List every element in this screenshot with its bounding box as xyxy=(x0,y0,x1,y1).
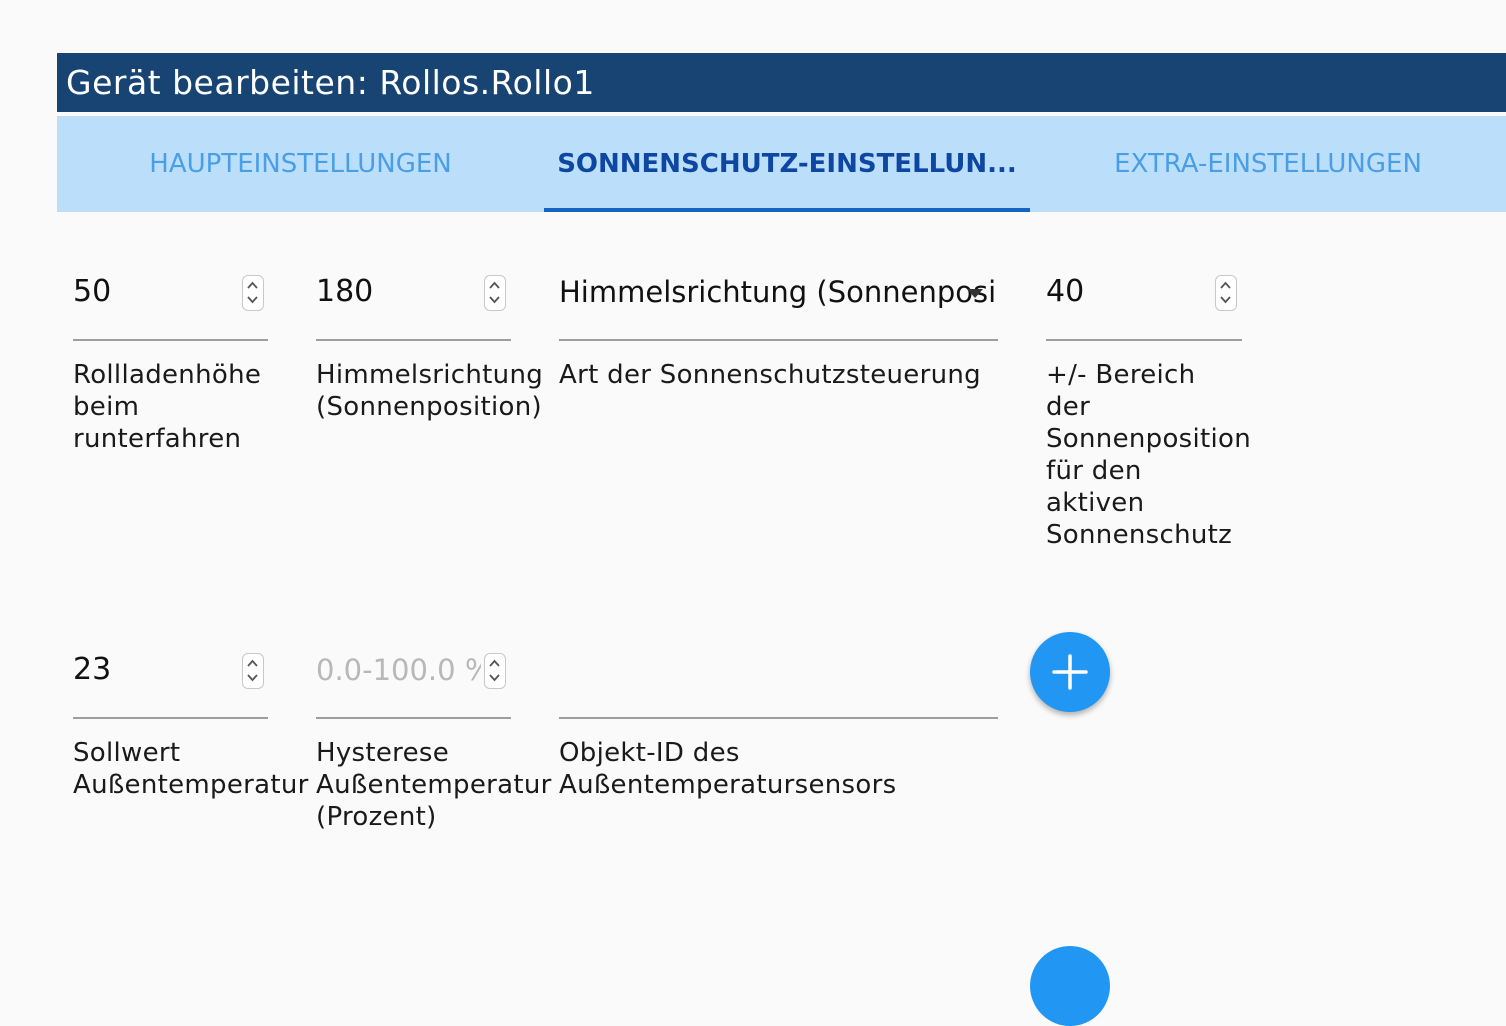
stepper-arrows-icon xyxy=(247,659,258,682)
tab-haupteinstellungen[interactable]: HAUPTEINSTELLUNGEN xyxy=(57,116,544,212)
add-object-id-button[interactable] xyxy=(1030,632,1110,712)
bereich-sonnenposition-label: +/- Bereich der Sonnenposition für den a… xyxy=(1046,360,1252,550)
sollwert-aussentemp-underline xyxy=(73,717,268,719)
hysterese-aussentemp-underline xyxy=(316,717,511,719)
bereich-sonnenposition-stepper[interactable] xyxy=(1215,275,1237,311)
art-sonnenschutz-select[interactable]: Himmelsrichtung (Sonnenposition) xyxy=(559,272,997,312)
art-sonnenschutz-underline xyxy=(559,339,998,341)
hysterese-aussentemp-label: Hysterese Außentemperatur (Prozent) xyxy=(316,738,552,832)
stepper-arrows-icon xyxy=(247,281,258,304)
stepper-arrows-icon xyxy=(489,659,500,682)
tab-sonnenschutz-einstellungen[interactable]: SONNENSCHUTZ-EINSTELLUN... xyxy=(544,116,1030,212)
himmelsrichtung-input[interactable]: 180 xyxy=(316,272,476,312)
hysterese-aussentemp-stepper[interactable] xyxy=(484,653,506,689)
objekt-id-sensor-underline xyxy=(559,717,998,719)
sollwert-aussentemp-stepper[interactable] xyxy=(242,653,264,689)
himmelsrichtung-stepper[interactable] xyxy=(484,275,506,311)
active-tab-indicator xyxy=(544,208,1030,212)
hysterese-aussentemp-input[interactable]: 0.0-100.0 % xyxy=(316,650,481,690)
bereich-sonnenposition-underline xyxy=(1046,339,1242,341)
tab-extra-einstellungen[interactable]: EXTRA-EINSTELLUNGEN xyxy=(1030,116,1506,212)
art-sonnenschutz-label: Art der Sonnenschutzsteuerung xyxy=(559,360,981,390)
sollwert-aussentemp-input[interactable]: 23 xyxy=(73,650,233,690)
plus-icon xyxy=(1052,654,1088,690)
dialog-title: Gerät bearbeiten: Rollos.Rollo1 xyxy=(57,53,1506,112)
rollladen-hoehe-input[interactable]: 50 xyxy=(73,272,233,312)
stepper-arrows-icon xyxy=(489,281,500,304)
tab-bar: HAUPTEINSTELLUNGEN SONNENSCHUTZ-EINSTELL… xyxy=(57,116,1506,212)
sollwert-aussentemp-label: Sollwert Außentemperatur xyxy=(73,738,309,800)
rollladen-hoehe-underline xyxy=(73,339,268,341)
rollladen-hoehe-label: Rollladenhöhe beim runterfahren xyxy=(73,360,262,454)
himmelsrichtung-label: Himmelsrichtung (Sonnenposition) xyxy=(316,360,544,422)
rollladen-hoehe-stepper[interactable] xyxy=(242,275,264,311)
bereich-sonnenposition-input[interactable]: 40 xyxy=(1046,272,1206,312)
objekt-id-sensor-label: Objekt-ID des Außentemperatursensors xyxy=(559,738,897,800)
stepper-arrows-icon xyxy=(1220,281,1231,304)
himmelsrichtung-underline xyxy=(316,339,511,341)
fab-partial[interactable] xyxy=(1030,946,1110,1026)
dropdown-arrow-icon[interactable] xyxy=(967,289,983,299)
objekt-id-sensor-input[interactable] xyxy=(559,650,997,690)
